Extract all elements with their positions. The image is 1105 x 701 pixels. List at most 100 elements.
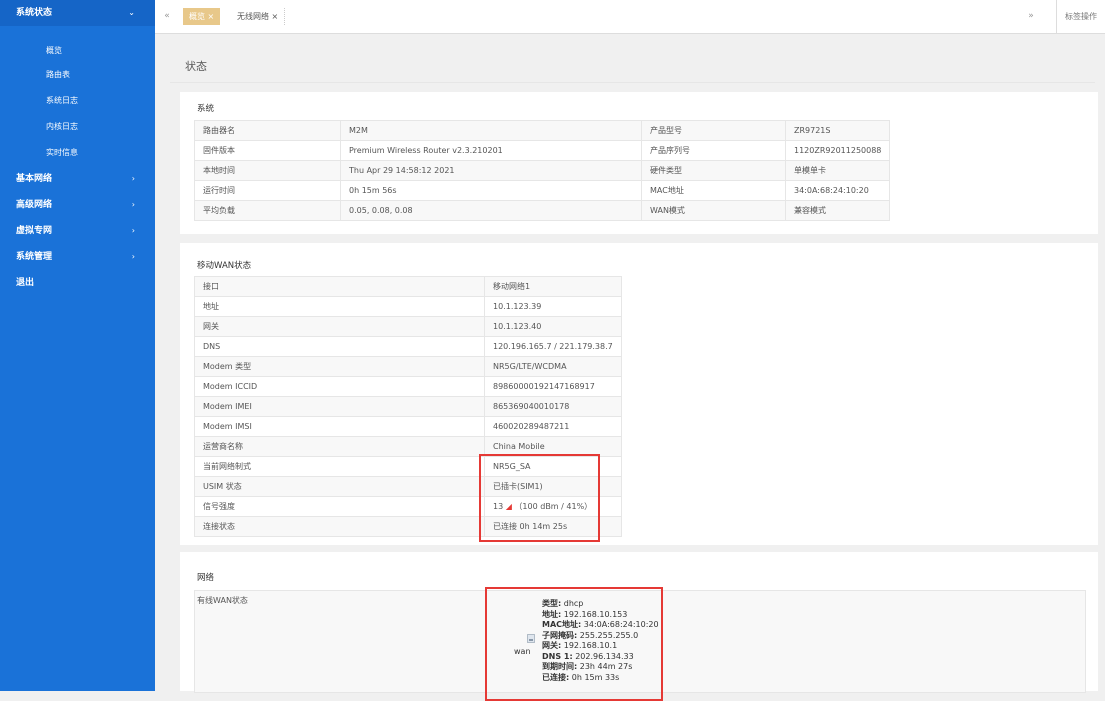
chevron-down-icon: ⌄ bbox=[128, 8, 135, 17]
sidebar-item-vpn[interactable]: 虚拟专网 › bbox=[0, 218, 155, 244]
sidebar-item-logout[interactable]: 退出 bbox=[0, 270, 155, 296]
sidebar-item-label: 退出 bbox=[16, 278, 35, 288]
tab-operations-button[interactable]: 标签操作 bbox=[1056, 0, 1105, 33]
field-label: 网关 bbox=[194, 316, 485, 337]
sidebar-subitem-kernel-log[interactable]: 内核日志 bbox=[0, 114, 155, 140]
mobile-wan-panel-title: 移动WAN状态 bbox=[197, 261, 252, 271]
sidebar-subitem-label: 概览 bbox=[46, 46, 62, 55]
field-label: 地址 bbox=[194, 296, 485, 317]
table-row: DNS 120.196.165.7 / 221.179.38.7 bbox=[194, 336, 622, 357]
table-row: Modem 类型 NR5G/LTE/WCDMA bbox=[194, 356, 622, 377]
field-label: 路由器名 bbox=[194, 120, 341, 141]
sidebar-subitem-label: 系统日志 bbox=[46, 96, 78, 105]
field-value: 1120ZR92011250088 bbox=[784, 140, 891, 161]
field-label: 本地时间 bbox=[194, 160, 341, 181]
field-label: USIM 状态 bbox=[194, 476, 485, 497]
field-label: 固件版本 bbox=[194, 140, 341, 161]
sidebar-item-advanced-network[interactable]: 高级网络 › bbox=[0, 192, 155, 218]
sidebar-item-label: 系统管理 bbox=[16, 252, 53, 262]
field-value: 0.05, 0.08, 0.08 bbox=[340, 200, 642, 221]
field-label: Modem ICCID bbox=[194, 376, 485, 397]
field-value: 移动网络1 bbox=[484, 276, 622, 297]
field-label: 信号强度 bbox=[194, 496, 485, 517]
sidebar-item-system-admin[interactable]: 系统管理 › bbox=[0, 244, 155, 270]
field-value: 89860000192147168917 bbox=[484, 376, 622, 397]
table-row: Modem ICCID 89860000192147168917 bbox=[194, 376, 622, 397]
field-value: 0h 15m 56s bbox=[340, 180, 642, 201]
chevron-right-icon: › bbox=[131, 200, 135, 209]
field-value: NR5G/LTE/WCDMA bbox=[484, 356, 622, 377]
field-value: 865369040010178 bbox=[484, 396, 622, 417]
field-label: 硬件类型 bbox=[641, 160, 786, 181]
tab-scroll-left-icon[interactable]: « bbox=[155, 0, 179, 33]
sidebar-item-basic-network[interactable]: 基本网络 › bbox=[0, 166, 155, 192]
page-title: 状态 bbox=[185, 60, 207, 73]
sidebar-subitem-label: 路由表 bbox=[46, 70, 70, 79]
table-row: 接口 移动网络1 bbox=[194, 276, 622, 297]
system-panel-title: 系统 bbox=[197, 104, 215, 114]
network-panel-title: 网络 bbox=[197, 573, 215, 583]
field-value: 34:0A:68:24:10:20 bbox=[784, 180, 891, 201]
field-label: 产品型号 bbox=[641, 120, 786, 141]
divider bbox=[170, 82, 1095, 83]
sidebar-subitem-system-log[interactable]: 系统日志 bbox=[0, 88, 155, 114]
table-row: 平均负载 0.05, 0.08, 0.08 WAN模式 兼容模式 bbox=[194, 200, 891, 221]
field-label: MAC地址 bbox=[641, 180, 786, 201]
field-value: 兼容模式 bbox=[784, 200, 891, 221]
sidebar-item-label: 高级网络 bbox=[16, 200, 53, 210]
field-value: M2M bbox=[340, 120, 642, 141]
table-row: 本地时间 Thu Apr 29 14:58:12 2021 硬件类型 单模单卡 bbox=[194, 160, 891, 181]
system-panel: 系统 路由器名 M2M 产品型号 ZR9721S 固件版本 Premium Wireles… bbox=[180, 92, 1098, 234]
chevron-right-icon: › bbox=[131, 174, 135, 183]
field-value: Premium Wireless Router v2.3.210201 bbox=[340, 140, 642, 161]
mobile-wan-panel: 移动WAN状态 接口 移动网络1 地址 10.1.123.39 网关 10.1.123.4… bbox=[180, 243, 1098, 545]
field-label: Modem IMSI bbox=[194, 416, 485, 437]
system-table: 路由器名 M2M 产品型号 ZR9721S 固件版本 Premium Wireless R… bbox=[194, 120, 891, 221]
system-table-body: 路由器名 M2M 产品型号 ZR9721S 固件版本 Premium Wireless R… bbox=[194, 120, 891, 221]
chevron-right-icon: › bbox=[131, 226, 135, 235]
field-label: Modem 类型 bbox=[194, 356, 485, 377]
table-row: 固件版本 Premium Wireless Router v2.3.210201 产… bbox=[194, 140, 891, 161]
sidebar-item-label: 系统状态 bbox=[16, 8, 53, 18]
wired-wan-label: 有线WAN状态 bbox=[197, 596, 248, 605]
field-label: 当前网络制式 bbox=[194, 456, 485, 477]
sidebar-subitem-label: 内核日志 bbox=[46, 122, 78, 131]
field-label: 运行时间 bbox=[194, 180, 341, 201]
field-value: 120.196.165.7 / 221.179.38.7 bbox=[484, 336, 622, 357]
field-label: Modem IMEI bbox=[194, 396, 485, 417]
field-value: ZR9721S bbox=[784, 120, 891, 141]
highlight-box bbox=[485, 587, 663, 701]
field-label: WAN模式 bbox=[641, 200, 786, 221]
table-row: 网关 10.1.123.40 bbox=[194, 316, 622, 337]
field-label: 接口 bbox=[194, 276, 485, 297]
field-value: 10.1.123.39 bbox=[484, 296, 622, 317]
field-label: 产品序列号 bbox=[641, 140, 786, 161]
tab-scroll-right-icon[interactable]: » bbox=[1019, 0, 1043, 33]
sidebar-subitem-realtime[interactable]: 实时信息 bbox=[0, 140, 155, 166]
sidebar: 系统状态 ⌄ 概览 路由表 系统日志 内核日志 实时信息 基本网络 › 高级网络… bbox=[0, 0, 155, 691]
sidebar-item-label: 基本网络 bbox=[16, 174, 53, 184]
field-label: DNS bbox=[194, 336, 485, 357]
table-row: Modem IMEI 865369040010178 bbox=[194, 396, 622, 417]
field-label: 运营商名称 bbox=[194, 436, 485, 457]
field-value: 单模单卡 bbox=[784, 160, 891, 181]
table-row: 地址 10.1.123.39 bbox=[194, 296, 622, 317]
field-label: 连接状态 bbox=[194, 516, 485, 537]
field-value: 460020289487211 bbox=[484, 416, 622, 437]
field-value: 10.1.123.40 bbox=[484, 316, 622, 337]
sidebar-subitem-label: 实时信息 bbox=[46, 148, 78, 157]
sidebar-subitem-routes[interactable]: 路由表 bbox=[0, 62, 155, 88]
sidebar-subitem-overview[interactable]: 概览 bbox=[0, 40, 155, 62]
table-row: 路由器名 M2M 产品型号 ZR9721S bbox=[194, 120, 891, 141]
field-value: Thu Apr 29 14:58:12 2021 bbox=[340, 160, 642, 181]
tab-overview[interactable]: 概览 × bbox=[183, 8, 221, 25]
tab-wireless[interactable]: 无线网络 × bbox=[231, 8, 286, 25]
table-row: Modem IMSI 460020289487211 bbox=[194, 416, 622, 437]
sidebar-item-label: 虚拟专网 bbox=[16, 226, 53, 236]
field-label: 平均负载 bbox=[194, 200, 341, 221]
tab-bar: « 概览 × 无线网络 × » 标签操作 bbox=[155, 0, 1105, 34]
table-row: 运行时间 0h 15m 56s MAC地址 34:0A:68:24:10:20 bbox=[194, 180, 891, 201]
chevron-right-icon: › bbox=[131, 252, 135, 261]
highlight-box bbox=[479, 454, 600, 542]
sidebar-item-system-status[interactable]: 系统状态 ⌄ bbox=[0, 0, 155, 26]
